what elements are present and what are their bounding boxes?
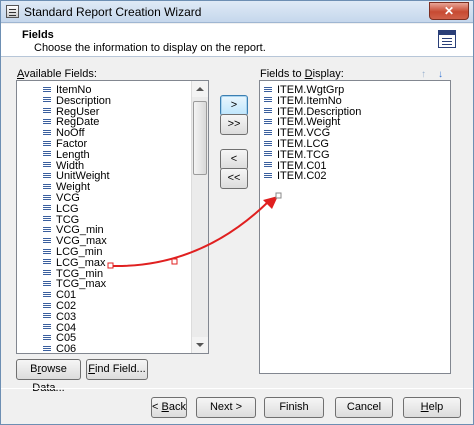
display-field-list-item[interactable]: ITEM.C02	[264, 171, 327, 182]
field-icon	[43, 97, 51, 103]
page-title: Fields	[22, 29, 54, 41]
field-icon	[264, 162, 272, 168]
page-subtitle: Choose the information to display on the…	[34, 42, 266, 54]
browse-data-button[interactable]: Browse Data...	[16, 359, 81, 394]
field-icon	[43, 313, 51, 319]
scroll-up-icon[interactable]	[192, 81, 208, 97]
field-icon	[43, 248, 51, 254]
field-icon	[43, 280, 51, 286]
available-field-list-item[interactable]: C06	[43, 343, 77, 354]
help-button[interactable]: Help	[403, 397, 461, 418]
field-icon	[43, 334, 51, 340]
field-icon	[43, 151, 51, 157]
finish-button[interactable]: Finish	[264, 397, 324, 418]
field-icon	[43, 183, 51, 189]
field-icon	[264, 86, 272, 92]
field-icon	[43, 86, 51, 92]
field-icon	[43, 129, 51, 135]
field-icon	[264, 151, 272, 157]
field-icon	[264, 172, 272, 178]
field-icon	[43, 226, 51, 232]
field-icon	[43, 140, 51, 146]
field-icon	[264, 140, 272, 146]
available-field-item-label: C06	[56, 343, 77, 354]
field-icon	[43, 205, 51, 211]
add-field-button[interactable]: >	[220, 95, 248, 116]
back-button[interactable]: < Back	[151, 397, 187, 418]
report-icon	[438, 30, 456, 48]
fields-to-display-label: Fields to Display:	[260, 68, 344, 80]
move-up-icon[interactable]: ↑	[421, 69, 426, 80]
app-icon	[6, 5, 19, 18]
field-icon	[43, 216, 51, 222]
wizard-header: Fields Choose the information to display…	[1, 24, 473, 57]
field-icon	[264, 129, 272, 135]
available-fields-label: Available Fields:	[17, 68, 97, 80]
title-bar: Standard Report Creation Wizard ✕	[1, 1, 473, 23]
field-icon	[43, 302, 51, 308]
available-list-scrollbar[interactable]	[191, 81, 208, 353]
field-icon	[43, 194, 51, 200]
field-icon	[264, 118, 272, 124]
field-icon	[264, 97, 272, 103]
window-title: Standard Report Creation Wizard	[24, 5, 202, 19]
field-icon	[43, 270, 51, 276]
available-fields-list[interactable]: ItemNo Description RegUser RegDate NoOff Fact…	[16, 80, 209, 354]
remove-field-button[interactable]: <	[220, 149, 248, 170]
wizard-window: Standard Report Creation Wizard ✕ Fields…	[0, 0, 474, 425]
move-down-icon[interactable]: ↓	[438, 69, 443, 80]
scrollbar-thumb[interactable]	[193, 101, 207, 175]
field-icon	[264, 108, 272, 114]
footer-separator	[1, 388, 473, 389]
find-field-button[interactable]: Find Field...	[86, 359, 148, 380]
field-icon	[43, 118, 51, 124]
field-icon	[43, 324, 51, 330]
add-all-fields-button[interactable]: >>	[220, 114, 248, 135]
field-icon	[43, 172, 51, 178]
field-icon	[43, 237, 51, 243]
remove-all-fields-button[interactable]: <<	[220, 168, 248, 189]
cancel-button[interactable]: Cancel	[335, 397, 393, 418]
next-button[interactable]: Next >	[196, 397, 256, 418]
display-field-item-label: ITEM.C02	[277, 170, 327, 183]
scroll-down-icon[interactable]	[192, 337, 208, 353]
field-icon	[43, 162, 51, 168]
close-button[interactable]: ✕	[429, 2, 469, 20]
fields-to-display-list[interactable]: ITEM.WgtGrp ITEM.ItemNo ITEM.Description IT…	[259, 80, 451, 374]
field-icon	[43, 291, 51, 297]
field-icon	[43, 259, 51, 265]
field-icon	[43, 345, 51, 351]
field-icon	[43, 108, 51, 114]
